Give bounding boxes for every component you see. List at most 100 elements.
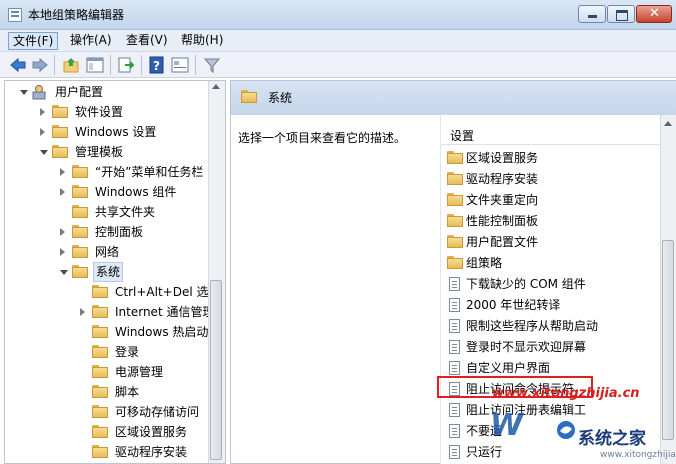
tree-item-label: Windows 设置 <box>75 125 157 139</box>
menu-help[interactable]: 帮助(H) <box>177 32 227 48</box>
tree-item[interactable]: Windows 组件 <box>60 182 208 202</box>
show-tree-icon[interactable] <box>86 56 104 74</box>
tree-scroll-thumb[interactable] <box>210 280 222 460</box>
policy-row[interactable]: 限制这些程序从帮助启动 <box>445 316 657 336</box>
folder-icon <box>447 172 463 185</box>
tree-item[interactable]: 系统 <box>60 262 208 282</box>
folder-icon <box>72 205 88 218</box>
maximize-button[interactable] <box>607 5 635 23</box>
details-title: 系统 <box>268 91 293 105</box>
minimize-button[interactable] <box>578 5 606 23</box>
back-arrow-icon[interactable] <box>9 56 27 74</box>
list-scroll-thumb[interactable] <box>662 240 674 440</box>
tree-item-label: Ctrl+Alt+Del 选项 <box>115 285 221 299</box>
folder-icon <box>447 235 463 248</box>
tree-item[interactable]: 登录 <box>80 342 208 362</box>
policy-document-icon <box>449 319 460 333</box>
policy-row[interactable]: 阻止访问注册表编辑工 <box>445 400 657 420</box>
folder-icon <box>241 90 257 103</box>
tree-item[interactable]: 软件设置 <box>40 102 208 122</box>
column-header-label: 设置 <box>450 129 475 143</box>
tree-item[interactable]: 脚本 <box>80 382 208 402</box>
watermark-w-logo: W <box>490 408 524 443</box>
collapsed-arrow-icon[interactable] <box>60 248 65 256</box>
window-title: 本地组策略编辑器 <box>28 8 125 22</box>
folder-icon <box>92 405 108 418</box>
collapsed-arrow-icon[interactable] <box>60 228 65 236</box>
properties-icon[interactable] <box>171 56 189 74</box>
tree-item[interactable]: Internet 通信管理 <box>80 302 214 322</box>
collapsed-arrow-icon[interactable] <box>60 188 65 196</box>
watermark-logo-icon <box>557 421 575 439</box>
tree-item[interactable]: “开始”菜单和任务栏 <box>60 162 208 182</box>
settings-folder-row[interactable]: 组策略 <box>445 253 657 273</box>
tree-item-label: 软件设置 <box>75 105 124 119</box>
tree-item[interactable]: 区域设置服务 <box>80 422 208 442</box>
expanded-arrow-icon[interactable] <box>20 90 28 95</box>
tree-item-label: Windows 热启动 <box>115 325 209 339</box>
tree-item-label: 脚本 <box>115 385 140 399</box>
policy-row[interactable]: 登录时不显示欢迎屏幕 <box>445 337 657 357</box>
policy-document-icon <box>449 424 460 438</box>
app-icon <box>8 8 22 22</box>
policy-row[interactable]: 2000 年世纪转译 <box>445 295 657 315</box>
tree-item[interactable]: 可移动存储访问 <box>80 402 208 422</box>
collapsed-arrow-icon[interactable] <box>80 308 85 316</box>
list-scroll-up-icon[interactable] <box>664 121 672 126</box>
folder-icon <box>92 285 108 298</box>
watermark-brand: 系统之家 <box>578 429 646 449</box>
tree-item[interactable]: Windows 热启动 <box>80 322 208 342</box>
close-button[interactable] <box>636 5 672 23</box>
expanded-arrow-icon[interactable] <box>60 270 68 275</box>
policy-document-icon <box>449 277 460 291</box>
menu-view[interactable]: 查看(V) <box>122 32 172 48</box>
tree-item[interactable]: 驱动程序安装 <box>80 442 208 462</box>
filter-icon[interactable] <box>203 56 221 74</box>
tree-item[interactable]: 共享文件夹 <box>60 202 208 222</box>
tree-item-label: 网络 <box>95 245 120 259</box>
tree-item-label: 共享文件夹 <box>95 205 156 219</box>
policy-document-icon <box>449 340 460 354</box>
tree-item-label: 管理模板 <box>75 145 124 159</box>
tree-item[interactable]: 电源管理 <box>80 362 208 382</box>
settings-folder-row[interactable]: 区域设置服务 <box>445 148 657 168</box>
policy-row[interactable]: 自定义用户界面 <box>445 358 657 378</box>
folder-icon <box>447 193 463 206</box>
up-folder-icon[interactable] <box>62 56 80 74</box>
tree-item[interactable]: 用户配置 <box>20 82 208 102</box>
tree-scroll-up-icon[interactable] <box>212 84 220 89</box>
tree-item[interactable]: Windows 设置 <box>40 122 208 142</box>
tree-item-label: 区域设置服务 <box>115 425 188 439</box>
folder-icon <box>52 125 68 138</box>
folder-icon <box>72 225 88 238</box>
tree-item[interactable]: Ctrl+Alt+Del 选项 <box>80 282 220 302</box>
tree-item-label: 驱动程序安装 <box>115 445 188 459</box>
watermark-sub-url: www.xitongzhijia.cn <box>600 450 676 460</box>
collapsed-arrow-icon[interactable] <box>40 128 45 136</box>
settings-folder-row[interactable]: 驱动程序安装 <box>445 169 657 189</box>
tree-item[interactable]: 网络 <box>60 242 208 262</box>
tree-item-label: 登录 <box>115 345 140 359</box>
folder-icon <box>92 365 108 378</box>
policy-row[interactable]: 下载缺少的 COM 组件 <box>445 274 657 294</box>
collapsed-arrow-icon[interactable] <box>60 168 65 176</box>
menu-file[interactable]: 文件(F) <box>8 32 59 50</box>
settings-folder-row[interactable]: 文件夹重定向 <box>445 190 657 210</box>
settings-folder-row[interactable]: 性能控制面板 <box>445 211 657 231</box>
tree-item-label: 控制面板 <box>95 225 144 239</box>
forward-arrow-icon[interactable] <box>31 56 49 74</box>
help-icon[interactable]: ? <box>148 56 166 74</box>
settings-folder-row[interactable]: 用户配置文件 <box>445 232 657 252</box>
export-list-icon[interactable] <box>117 56 135 74</box>
expanded-arrow-icon[interactable] <box>40 150 48 155</box>
policy-document-icon <box>449 298 460 312</box>
folder-icon <box>52 105 68 118</box>
tree-item[interactable]: 管理模板 <box>40 142 208 162</box>
tree-item[interactable]: 控制面板 <box>60 222 208 242</box>
folder-icon <box>447 151 463 164</box>
setting-label: 限制这些程序从帮助启动 <box>466 319 599 333</box>
description-text: 选择一个项目来查看它的描述。 <box>238 131 407 145</box>
collapsed-arrow-icon[interactable] <box>40 108 45 116</box>
menu-action[interactable]: 操作(A) <box>66 32 116 48</box>
tree-item-label: Internet 通信管理 <box>115 305 215 319</box>
